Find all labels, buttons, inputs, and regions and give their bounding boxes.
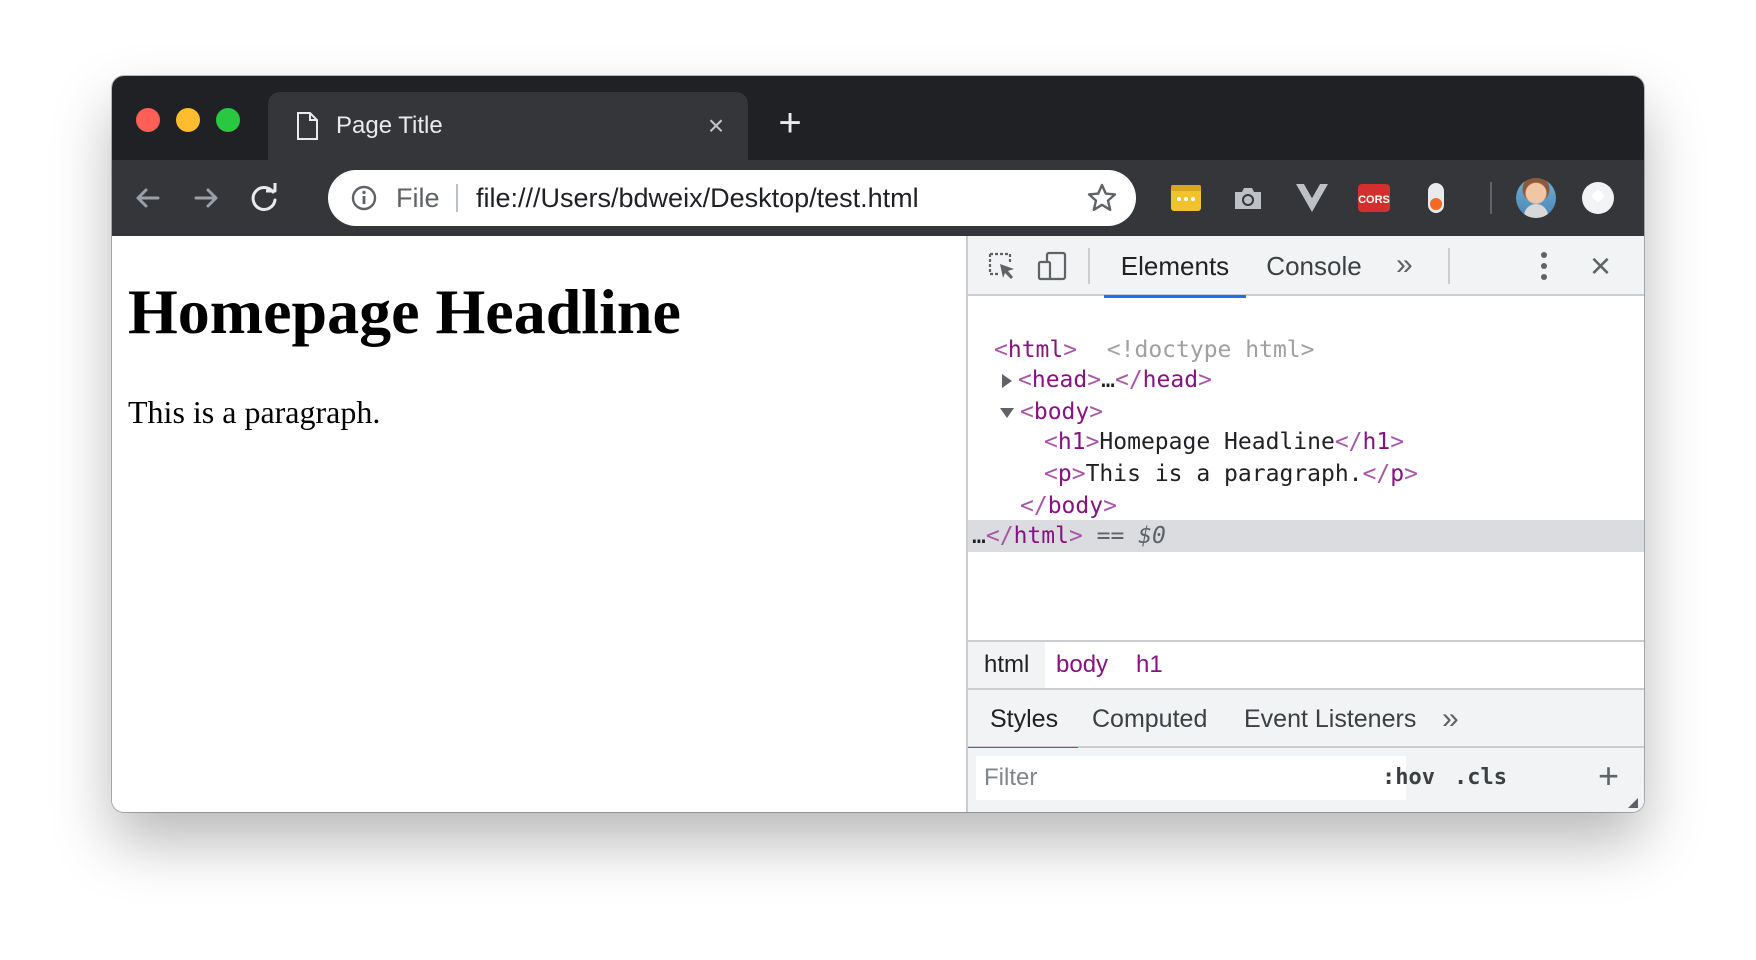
dom-node-html[interactable]: <html> [968, 334, 1644, 366]
dom-node-body[interactable]: <body> [968, 396, 1644, 428]
body-close-tag: body [1047, 493, 1104, 519]
more-styles-tabs-icon[interactable]: » [1442, 690, 1459, 748]
omnibox-divider [456, 184, 458, 212]
h1-close-tag: h1 [1362, 429, 1391, 455]
notes-extension-icon[interactable] [1168, 180, 1204, 216]
dom-tree: <!doctype html> <html> <head>…</head> <b… [968, 298, 1644, 598]
close-devtools-icon[interactable]: × [1590, 246, 1611, 286]
vue-devtools-icon[interactable] [1294, 180, 1330, 216]
reload-icon [251, 183, 277, 211]
h1-text: Homepage Headline [1099, 429, 1335, 455]
head-ellipsis: … [1101, 367, 1115, 393]
forward-button[interactable] [186, 178, 226, 218]
filter-input[interactable] [976, 756, 1406, 800]
dom-node-head[interactable]: <head>…</head> [968, 364, 1644, 396]
breadcrumb: html body h1 [968, 640, 1644, 690]
corner-triangle-icon [1628, 798, 1638, 808]
breadcrumb-h1[interactable]: h1 [1120, 642, 1179, 688]
styles-filter-bar: :hov .cls + [968, 748, 1644, 812]
scheme-label: File [396, 183, 440, 213]
bookmark-star-icon[interactable] [1086, 182, 1118, 214]
cors-extension-icon[interactable]: CORS [1356, 180, 1392, 216]
tab-event-listeners[interactable]: Event Listeners [1244, 690, 1416, 748]
selected-node-marker: == $0 [1096, 523, 1166, 549]
new-tab-button[interactable]: + [774, 103, 806, 143]
hov-toggle[interactable]: :hov [1382, 748, 1435, 808]
dom-node-h1[interactable]: <h1>Homepage Headline</h1> [968, 426, 1644, 458]
html-tag: html [1007, 337, 1064, 363]
tab-title: Page Title [336, 112, 443, 139]
dom-node-html-close[interactable]: …</html> == $0 [968, 520, 1644, 552]
document-icon [297, 112, 318, 140]
p-close-tag: p [1390, 461, 1405, 487]
arrow-right-icon [194, 188, 218, 208]
reload-button[interactable] [244, 178, 284, 218]
head-close-tag: head [1142, 367, 1199, 393]
tab-console[interactable]: Console [1258, 236, 1370, 296]
devtools-toolbar: Elements Console » × [968, 236, 1644, 298]
node-actions-dots[interactable]: … [972, 523, 986, 549]
zoom-window-button[interactable] [216, 108, 240, 132]
extension-badge-icon[interactable] [1582, 182, 1614, 214]
toggle-extension-icon[interactable] [1418, 180, 1454, 216]
browser-tab[interactable]: Page Title × [268, 92, 748, 160]
tab-elements[interactable]: Elements [1104, 236, 1246, 298]
info-icon[interactable] [350, 184, 378, 212]
page-headline: Homepage Headline [128, 276, 681, 347]
dom-node-p[interactable]: <p>This is a paragraph.</p> [968, 458, 1644, 490]
breadcrumb-html[interactable]: html [968, 642, 1046, 688]
devtools-panel: Elements Console » × <!doctype html> <ht… [966, 236, 1644, 812]
inspect-element-icon[interactable] [986, 250, 1018, 282]
html-close-tag: html [1013, 523, 1069, 549]
tab-computed[interactable]: Computed [1092, 690, 1207, 748]
more-tabs-icon[interactable]: » [1396, 248, 1413, 282]
kebab-menu-icon[interactable] [1540, 250, 1548, 282]
tab-styles[interactable]: Styles [967, 690, 1079, 750]
body-tag: body [1033, 399, 1090, 425]
profile-avatar[interactable] [1516, 178, 1556, 218]
styles-pane-tabs: Styles Computed Event Listeners » [967, 690, 1644, 750]
dom-node-body-close[interactable]: </body> [968, 490, 1644, 522]
camera-extension-icon[interactable] [1230, 180, 1266, 216]
minimize-window-button[interactable] [176, 108, 200, 132]
arrow-left-icon [136, 188, 160, 208]
device-toolbar-icon[interactable] [1036, 250, 1068, 282]
page-paragraph: This is a paragraph. [128, 394, 381, 430]
p-tag: p [1057, 461, 1072, 487]
address-bar[interactable]: File file:///Users/bdweix/Desktop/test.h… [328, 170, 1136, 226]
url-text[interactable]: file:///Users/bdweix/Desktop/test.html [476, 170, 919, 226]
close-window-button[interactable] [136, 108, 160, 132]
devtools-divider [1448, 248, 1450, 284]
expand-triangle-icon[interactable] [1002, 373, 1012, 388]
cls-toggle[interactable]: .cls [1454, 748, 1507, 808]
h1-tag: h1 [1057, 429, 1086, 455]
svg-text:CORS: CORS [1358, 194, 1390, 206]
toolbar-divider [1490, 182, 1492, 214]
back-button[interactable] [128, 178, 168, 218]
new-style-rule-icon[interactable]: + [1598, 754, 1619, 798]
title-bar: Page Title × + [112, 76, 1644, 160]
devtools-divider [1088, 248, 1090, 284]
head-tag: head [1031, 367, 1088, 393]
browser-window: Page Title × + File file:///Users/bdweix… [112, 76, 1644, 812]
avatar-body [1524, 204, 1548, 218]
collapse-triangle-icon[interactable] [1000, 407, 1014, 418]
page-viewport: Homepage Headline This is a paragraph. [112, 236, 966, 812]
close-tab-icon[interactable]: × [704, 112, 728, 140]
dom-node-doctype[interactable]: <!doctype html> [968, 302, 1644, 363]
p-text: This is a paragraph. [1085, 461, 1363, 487]
breadcrumb-body[interactable]: body [1040, 642, 1124, 688]
browser-toolbar: File file:///Users/bdweix/Desktop/test.h… [112, 160, 1644, 236]
